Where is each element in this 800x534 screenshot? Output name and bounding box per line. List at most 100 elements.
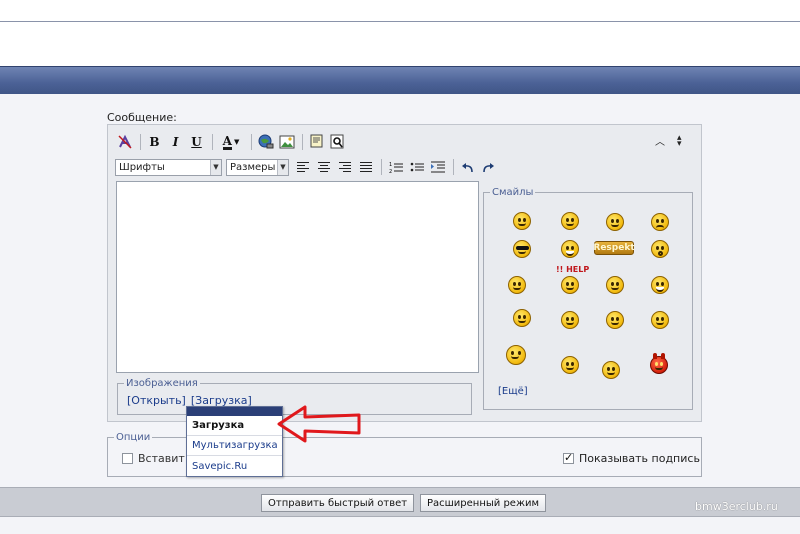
bold-button[interactable]: B [145,133,164,152]
align-center-button[interactable] [314,158,333,177]
justify-icon [359,161,372,173]
smiley-icon[interactable] [561,356,579,374]
show-signature-checkbox[interactable] [563,451,574,464]
align-right-button[interactable] [335,158,354,177]
italic-button[interactable]: I [166,133,185,152]
justify-button[interactable] [356,158,375,177]
dropdown-item-savepic[interactable]: Savepic.Ru [187,456,282,476]
editor-toolbar-top: B I U A ▼ [115,131,349,153]
smiley-icon[interactable] [606,213,624,231]
smiley-icon[interactable] [606,276,624,294]
undo-button[interactable] [458,158,477,177]
smilies-legend: Смайлы [492,187,534,198]
ordered-list-button[interactable]: 1 2 [386,158,405,177]
dropdown-item-upload[interactable]: Загрузка [187,416,282,436]
editor-toolbar-right: ︿ ▴ ▾ [655,133,682,148]
horn-shape [661,353,665,359]
cool-smiley-icon[interactable] [513,240,531,258]
tongue-smiley-icon[interactable] [508,276,526,294]
align-center-icon [317,161,330,173]
smiley-icon[interactable] [561,311,579,329]
horn-shape [653,353,657,359]
advanced-mode-button[interactable]: Расширенный режим [420,494,547,512]
help-smiley-icon[interactable] [561,276,579,294]
redo-button[interactable] [479,158,498,177]
smiley-icon[interactable] [561,212,579,230]
respekt-smiley-icon[interactable]: Respekt [593,241,635,255]
image-icon [279,135,294,149]
annotation-arrow-icon [277,405,361,443]
underline-button[interactable]: U [187,133,206,152]
quote-button[interactable] [307,133,326,152]
chevron-down-icon: ▼ [210,159,221,175]
insert-image-button[interactable] [277,133,296,152]
upload-dropdown: Загрузка Мультизагрузка Savepic.Ru [186,406,283,477]
resize-icon[interactable]: ▴ ▾ [677,133,682,148]
dropdown-item-multiupload[interactable]: Мультизагрузка [187,436,282,456]
show-signature-label: Показывать подпись [579,452,700,465]
remove-format-button[interactable] [115,133,134,152]
size-select-value: Размеры [230,161,276,173]
svg-text:2: 2 [389,169,392,174]
editor-toolbar-bottom: Шрифты ▼ Размеры ▼ 1 2 [115,157,500,177]
toolbar-separator [381,159,382,175]
smiley-icon[interactable] [651,311,669,329]
globe-link-icon [258,134,273,149]
code-icon [330,134,343,149]
top-area [0,22,800,66]
toolbar-separator [302,134,303,150]
toolbar-separator [140,134,141,150]
laugh-smiley-icon[interactable] [651,276,669,294]
remove-format-icon [117,134,132,149]
smiley-icon[interactable] [602,361,620,379]
chevron-down-icon: ▼ [233,138,240,146]
text-color-button[interactable]: A ▼ [217,133,245,152]
insert-link-button[interactable] [256,133,275,152]
align-left-icon [296,161,309,173]
indent-button[interactable] [428,158,447,177]
dropdown-header [187,407,282,416]
options-legend: Опции [116,432,151,443]
unordered-list-icon [410,162,424,171]
watermark: bmw3erclub.ru [695,500,778,513]
party-smiley-icon[interactable] [506,345,526,365]
size-select[interactable]: Размеры ▼ [226,158,289,176]
help-smiley-text: !! HELP [556,265,590,274]
smiley-icon[interactable] [651,213,669,231]
smiley-icon[interactable] [606,311,624,329]
align-right-icon [338,161,351,173]
align-left-button[interactable] [293,158,312,177]
shocked-smiley-icon[interactable] [651,240,669,258]
unordered-list-button[interactable] [407,158,426,177]
show-signature-option: Показывать подпись [563,451,700,465]
svg-text:1: 1 [389,162,392,168]
undo-icon [462,162,473,172]
images-legend: Изображения [126,378,198,389]
open-image-link[interactable]: [Открыть] [127,394,186,407]
toolbar-separator [251,134,252,150]
quote-icon [310,134,322,148]
toolbar-separator [212,134,213,150]
font-select-value: Шрифты [119,161,165,173]
message-textarea[interactable] [116,181,479,373]
code-button[interactable] [328,133,347,152]
quick-reply-button[interactable]: Отправить быстрый ответ [261,494,415,512]
smiley-icon[interactable] [513,309,531,327]
left-option-label: Вставит [138,452,185,465]
chevron-down-icon: ▼ [277,159,288,175]
header-bar [0,66,800,94]
left-option-checkbox[interactable] [122,453,133,464]
smiley-icon[interactable] [513,212,531,230]
redo-icon [483,162,494,172]
more-smilies-link[interactable]: [Ещё] [498,386,528,397]
page-bottom [0,517,800,534]
collapse-icon[interactable]: ︿ [655,133,665,148]
grin-smiley-icon[interactable] [561,240,579,258]
indent-icon [430,161,445,172]
toolbar-separator [453,159,454,175]
message-label: Сообщение: [107,111,177,124]
font-select[interactable]: Шрифты ▼ [115,158,222,176]
left-option: Вставит [122,452,185,465]
text-color-icon: A [222,133,232,150]
devil-smiley-icon[interactable] [650,353,668,374]
